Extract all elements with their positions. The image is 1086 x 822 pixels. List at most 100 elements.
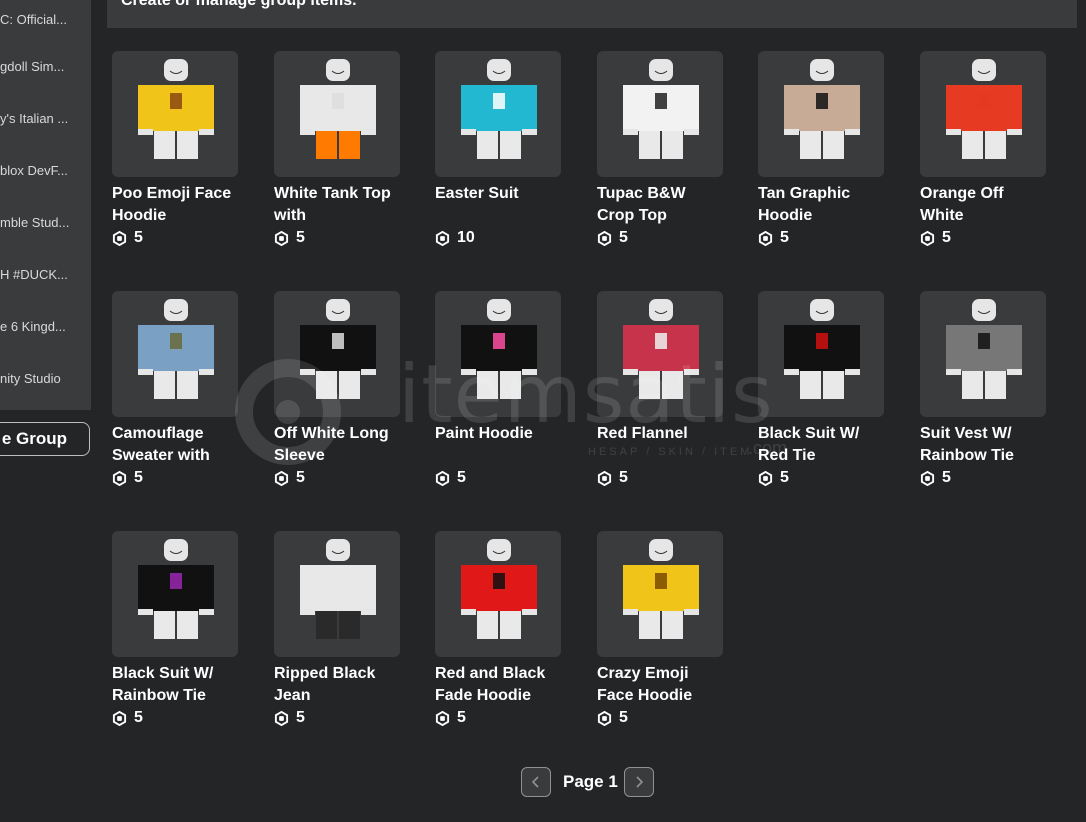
item-name[interactable]: Crazy Emoji Face Hoodie [597,663,724,707]
item-price: 5 [920,227,1047,249]
robux-icon [758,470,773,486]
item-price: 5 [597,467,724,489]
item-thumbnail[interactable] [920,51,1046,177]
item-thumbnail[interactable] [435,531,561,657]
sidebar-group-label: H #DUCK... [0,266,68,282]
item-price: 5 [597,227,724,249]
robux-icon [597,230,612,246]
item-price-value: 5 [134,709,143,726]
item-price-value: 5 [296,709,305,726]
item-thumbnail[interactable] [274,531,400,657]
prev-page-button[interactable] [521,767,551,797]
item-name[interactable]: White Tank Top with [274,183,401,227]
sidebar-group-label: blox DevF... [0,162,68,178]
item-card[interactable]: Black Suit W/ Red Tie 5 [758,291,885,489]
robux-icon [435,710,450,726]
item-price: 5 [112,707,239,729]
avatar-figure-icon [138,299,214,399]
item-price-value: 5 [942,469,951,486]
item-name[interactable]: Suit Vest W/ Rainbow Tie [920,423,1047,467]
item-card[interactable]: White Tank Top with 5 [274,51,401,249]
item-thumbnail[interactable] [274,51,400,177]
item-card[interactable]: Ripped Black Jean 5 [274,531,401,729]
item-thumbnail[interactable] [112,531,238,657]
avatar-figure-icon [461,299,537,399]
item-thumbnail[interactable] [435,291,561,417]
robux-icon [597,710,612,726]
item-card[interactable]: Orange Off White 5 [920,51,1047,249]
item-price: 10 [435,227,562,249]
avatar-figure-icon [461,539,537,639]
item-name[interactable]: Tan Graphic Hoodie [758,183,885,227]
avatar-figure-icon [946,299,1022,399]
sidebar-group-label: nity Studio [0,370,61,386]
item-price: 5 [597,707,724,729]
sidebar-group-label: gdoll Sim... [0,58,65,74]
item-card[interactable]: Suit Vest W/ Rainbow Tie 5 [920,291,1047,489]
item-card[interactable]: Easter Suit 10 [435,51,562,249]
avatar-figure-icon [138,59,214,159]
item-name[interactable]: Off White Long Sleeve [274,423,401,467]
sidebar-group-item[interactable]: gdoll Sim... [0,40,91,92]
item-thumbnail[interactable] [435,51,561,177]
avatar-figure-icon [623,539,699,639]
item-price: 5 [435,467,562,489]
item-name[interactable]: Poo Emoji Face Hoodie [112,183,239,227]
item-card[interactable]: Tupac B&W Crop Top 5 [597,51,724,249]
item-card[interactable]: Tan Graphic Hoodie 5 [758,51,885,249]
sidebar-group-item[interactable]: nity Studio [0,352,91,404]
item-thumbnail[interactable] [274,291,400,417]
item-name[interactable]: Easter Suit [435,183,562,227]
item-card[interactable]: Red Flannel 5 [597,291,724,489]
item-thumbnail[interactable] [758,51,884,177]
item-card[interactable]: Poo Emoji Face Hoodie 5 [112,51,239,249]
item-price-value: 5 [457,469,466,486]
avatar-figure-icon [623,299,699,399]
next-page-button[interactable] [623,767,654,797]
robux-icon [112,470,127,486]
item-thumbnail[interactable] [112,291,238,417]
sidebar-group-item[interactable]: blox DevF... [0,144,91,196]
item-thumbnail[interactable] [112,51,238,177]
item-price-value: 5 [942,229,951,246]
item-thumbnail[interactable] [597,291,723,417]
item-name[interactable]: Black Suit W/ Red Tie [758,423,885,467]
page-subtitle: Create or manage group items. [121,0,357,9]
sidebar-group-item[interactable]: e 6 Kingd... [0,300,91,352]
item-card[interactable]: Crazy Emoji Face Hoodie 5 [597,531,724,729]
item-name[interactable]: Tupac B&W Crop Top [597,183,724,227]
sidebar-group-label: e 6 Kingd... [0,318,66,334]
robux-icon [920,470,935,486]
item-thumbnail[interactable] [920,291,1046,417]
item-thumbnail[interactable] [597,531,723,657]
item-name[interactable]: Red Flannel [597,423,724,467]
robux-icon [435,230,450,246]
item-name[interactable]: Black Suit W/ Rainbow Tie [112,663,239,707]
sidebar-group-item[interactable]: H #DUCK... [0,248,91,300]
item-card[interactable]: Camouflage Sweater with 5 [112,291,239,489]
item-thumbnail[interactable] [597,51,723,177]
item-card[interactable]: Paint Hoodie 5 [435,291,562,489]
robux-icon [112,710,127,726]
item-card[interactable]: Off White Long Sleeve 5 [274,291,401,489]
avatar-figure-icon [300,299,376,399]
item-name[interactable]: Orange Off White [920,183,1047,227]
item-card[interactable]: Black Suit W/ Rainbow Tie 5 [112,531,239,729]
pagination: Page 1 [521,766,654,798]
item-name[interactable]: Ripped Black Jean [274,663,401,707]
sidebar-group-label: y's Italian ... [0,110,69,126]
create-group-button[interactable]: e Group [0,422,90,456]
robux-icon [274,230,289,246]
item-card[interactable]: Red and Black Fade Hoodie 5 [435,531,562,729]
item-name[interactable]: Red and Black Fade Hoodie [435,663,562,707]
robux-icon [758,230,773,246]
sidebar-group-item[interactable]: y's Italian ... [0,92,91,144]
sidebar-group-item[interactable]: mble Stud... [0,196,91,248]
robux-icon [274,710,289,726]
item-name[interactable]: Camouflage Sweater with [112,423,239,467]
sidebar-group-item[interactable]: C: Official... [0,0,91,40]
avatar-figure-icon [300,539,376,639]
item-name[interactable]: Paint Hoodie [435,423,562,467]
avatar-figure-icon [138,539,214,639]
item-thumbnail[interactable] [758,291,884,417]
